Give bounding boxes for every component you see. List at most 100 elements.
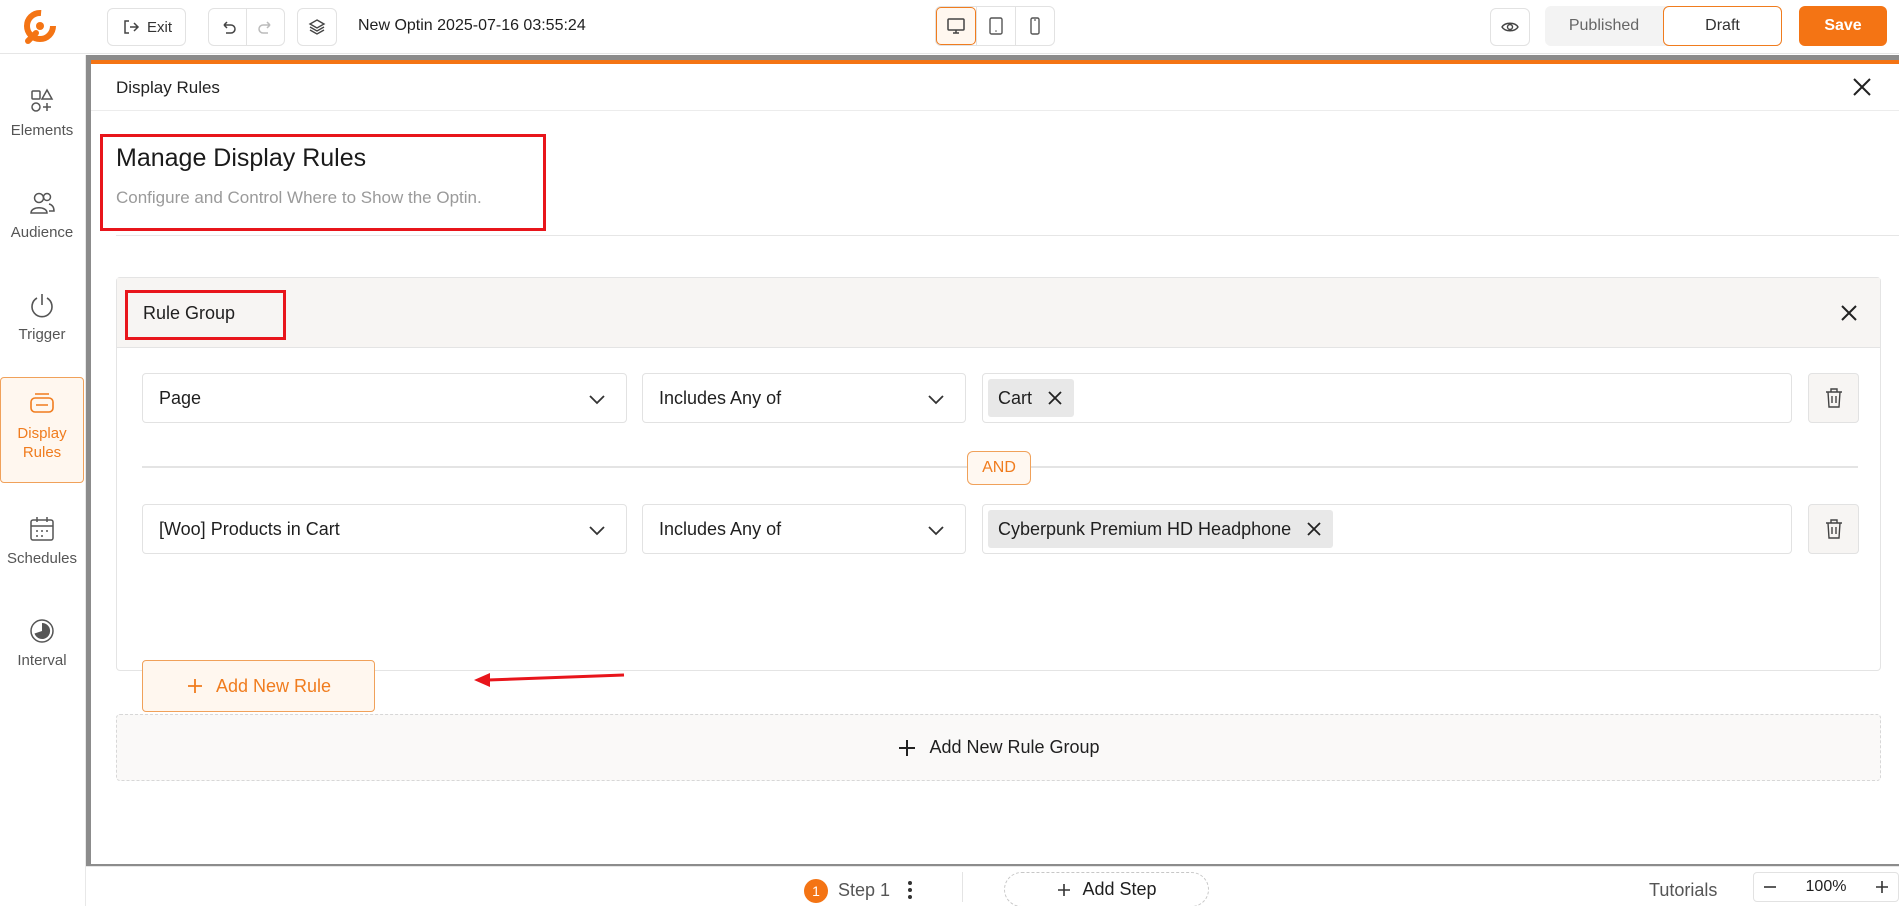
exit-icon — [124, 20, 140, 34]
rule-field-select[interactable]: Page — [142, 373, 627, 423]
divider — [116, 235, 1899, 236]
sidebar-item-elements[interactable]: Elements — [0, 87, 84, 140]
sidebar-item-label: Display Rules — [17, 425, 67, 461]
elements-icon — [31, 88, 54, 112]
step-number-badge: 1 — [804, 879, 828, 903]
tablet-view-button[interactable] — [976, 7, 1015, 45]
bottom-toolbar: 1 Step 1 Add Step Tutorials 100% — [86, 866, 1899, 906]
layers-button[interactable] — [297, 8, 337, 46]
zoom-out-icon[interactable] — [1762, 879, 1778, 895]
value-chip: Cyberpunk Premium HD Headphone — [988, 510, 1334, 548]
sidebar-item-label: Audience — [10, 224, 74, 241]
desktop-view-button[interactable] — [936, 7, 976, 45]
chip-label: Cyberpunk Premium HD Headphone — [998, 518, 1292, 539]
chevron-down-icon — [589, 526, 605, 536]
sidebar-item-trigger[interactable]: Trigger — [0, 291, 84, 344]
layers-icon — [308, 19, 326, 35]
add-rule-label: Add New Rule — [215, 675, 332, 696]
sidebar-item-interval[interactable]: Interval — [0, 617, 84, 670]
audience-icon — [30, 192, 55, 214]
chevron-down-icon — [589, 395, 605, 405]
top-toolbar: Exit New Optin 2025-07-16 03:55:24 Publi… — [0, 0, 1899, 54]
display-rules-icon — [30, 393, 54, 413]
app-logo-icon[interactable] — [20, 7, 60, 47]
sidebar-item-label: Trigger — [18, 326, 66, 343]
remove-chip-icon[interactable] — [1305, 520, 1323, 538]
undo-icon — [222, 21, 236, 34]
close-panel-button[interactable] — [1849, 74, 1875, 100]
panel-header: Display Rules — [91, 64, 1899, 111]
optin-title[interactable]: New Optin 2025-07-16 03:55:24 — [358, 17, 586, 35]
history-controls — [208, 8, 285, 46]
interval-icon — [30, 619, 54, 643]
delete-rule-button[interactable] — [1808, 373, 1859, 423]
exit-label: Exit — [146, 18, 172, 36]
redo-icon — [257, 21, 271, 34]
rule-values-input[interactable]: Cyberpunk Premium HD Headphone — [982, 504, 1792, 554]
redo-button[interactable] — [246, 9, 284, 45]
close-icon — [1841, 305, 1857, 321]
sidebar-item-label: Elements — [10, 122, 74, 139]
value-chip: Cart — [988, 379, 1075, 417]
exit-button[interactable]: Exit — [107, 8, 186, 46]
plus-icon — [899, 739, 916, 756]
rule-operator-select[interactable]: Includes Any of — [642, 373, 966, 423]
page-subtitle: Configure and Control Where to Show the … — [116, 188, 482, 207]
add-new-rule-button[interactable]: Add New Rule — [142, 660, 375, 712]
add-new-rule-group-button[interactable]: Add New Rule Group — [116, 714, 1881, 781]
more-vertical-icon[interactable] — [904, 879, 916, 901]
chevron-down-icon — [928, 526, 944, 536]
rule-group-title: Rule Group — [143, 303, 236, 323]
mobile-view-button[interactable] — [1015, 7, 1054, 45]
rule-group-header: Rule Group — [117, 278, 1880, 348]
sidebar-item-label: Schedules — [6, 550, 78, 567]
delete-rule-button[interactable] — [1808, 504, 1859, 554]
sidebar-item-label: Interval — [17, 652, 67, 669]
remove-rule-group-button[interactable] — [1838, 302, 1860, 324]
and-connector-badge: AND — [967, 451, 1031, 485]
undo-button[interactable] — [209, 9, 246, 45]
draft-option[interactable]: Draft — [1663, 6, 1782, 46]
step-tab[interactable]: Step 1 — [838, 880, 890, 901]
select-value: Includes Any of — [659, 387, 782, 408]
chip-label: Cart — [998, 387, 1033, 408]
chevron-down-icon — [928, 395, 944, 405]
add-step-label: Add Step — [1082, 879, 1157, 899]
plus-icon — [187, 679, 202, 693]
zoom-control: 100% — [1753, 872, 1899, 902]
zoom-level: 100% — [1805, 878, 1847, 895]
power-icon — [31, 294, 53, 318]
sidebar-item-schedules[interactable]: Schedules — [0, 515, 84, 568]
plus-icon — [1058, 883, 1071, 896]
trash-icon — [1825, 388, 1842, 408]
eye-icon — [1501, 22, 1519, 32]
remove-chip-icon[interactable] — [1046, 389, 1064, 407]
tutorials-link[interactable]: Tutorials — [1649, 880, 1717, 901]
panel-title: Display Rules — [116, 78, 220, 97]
trash-icon — [1825, 519, 1842, 539]
sidebar-item-display-rules[interactable]: Display Rules — [0, 377, 84, 483]
select-value: Includes Any of — [659, 518, 782, 539]
sidebar-item-audience[interactable]: Audience — [0, 189, 84, 242]
rule-values-input[interactable]: Cart — [982, 373, 1792, 423]
save-button[interactable]: Save — [1799, 6, 1887, 46]
desktop-icon — [947, 18, 965, 34]
display-rules-panel: Display Rules Manage Display Rules Confi… — [91, 64, 1899, 864]
annotation-arrow — [474, 673, 625, 687]
select-value: Page — [159, 387, 202, 408]
rule-field-select[interactable]: [Woo] Products in Cart — [142, 504, 627, 554]
preview-button[interactable] — [1490, 8, 1530, 46]
add-group-label: Add New Rule Group — [929, 737, 1100, 757]
calendar-icon — [30, 517, 54, 541]
rule-operator-select[interactable]: Includes Any of — [642, 504, 966, 554]
rule-group: Rule Group Page Includes Any of Cart AND — [116, 277, 1881, 712]
zoom-in-icon[interactable] — [1874, 879, 1890, 895]
tablet-icon — [989, 17, 1003, 35]
divider — [962, 872, 963, 902]
page-title: Manage Display Rules — [116, 144, 367, 172]
publish-status-toggle: Published Draft — [1545, 6, 1782, 46]
device-switcher — [935, 6, 1055, 46]
mobile-icon — [1030, 17, 1040, 35]
add-step-button[interactable]: Add Step — [1004, 872, 1209, 906]
published-option[interactable]: Published — [1545, 17, 1663, 35]
